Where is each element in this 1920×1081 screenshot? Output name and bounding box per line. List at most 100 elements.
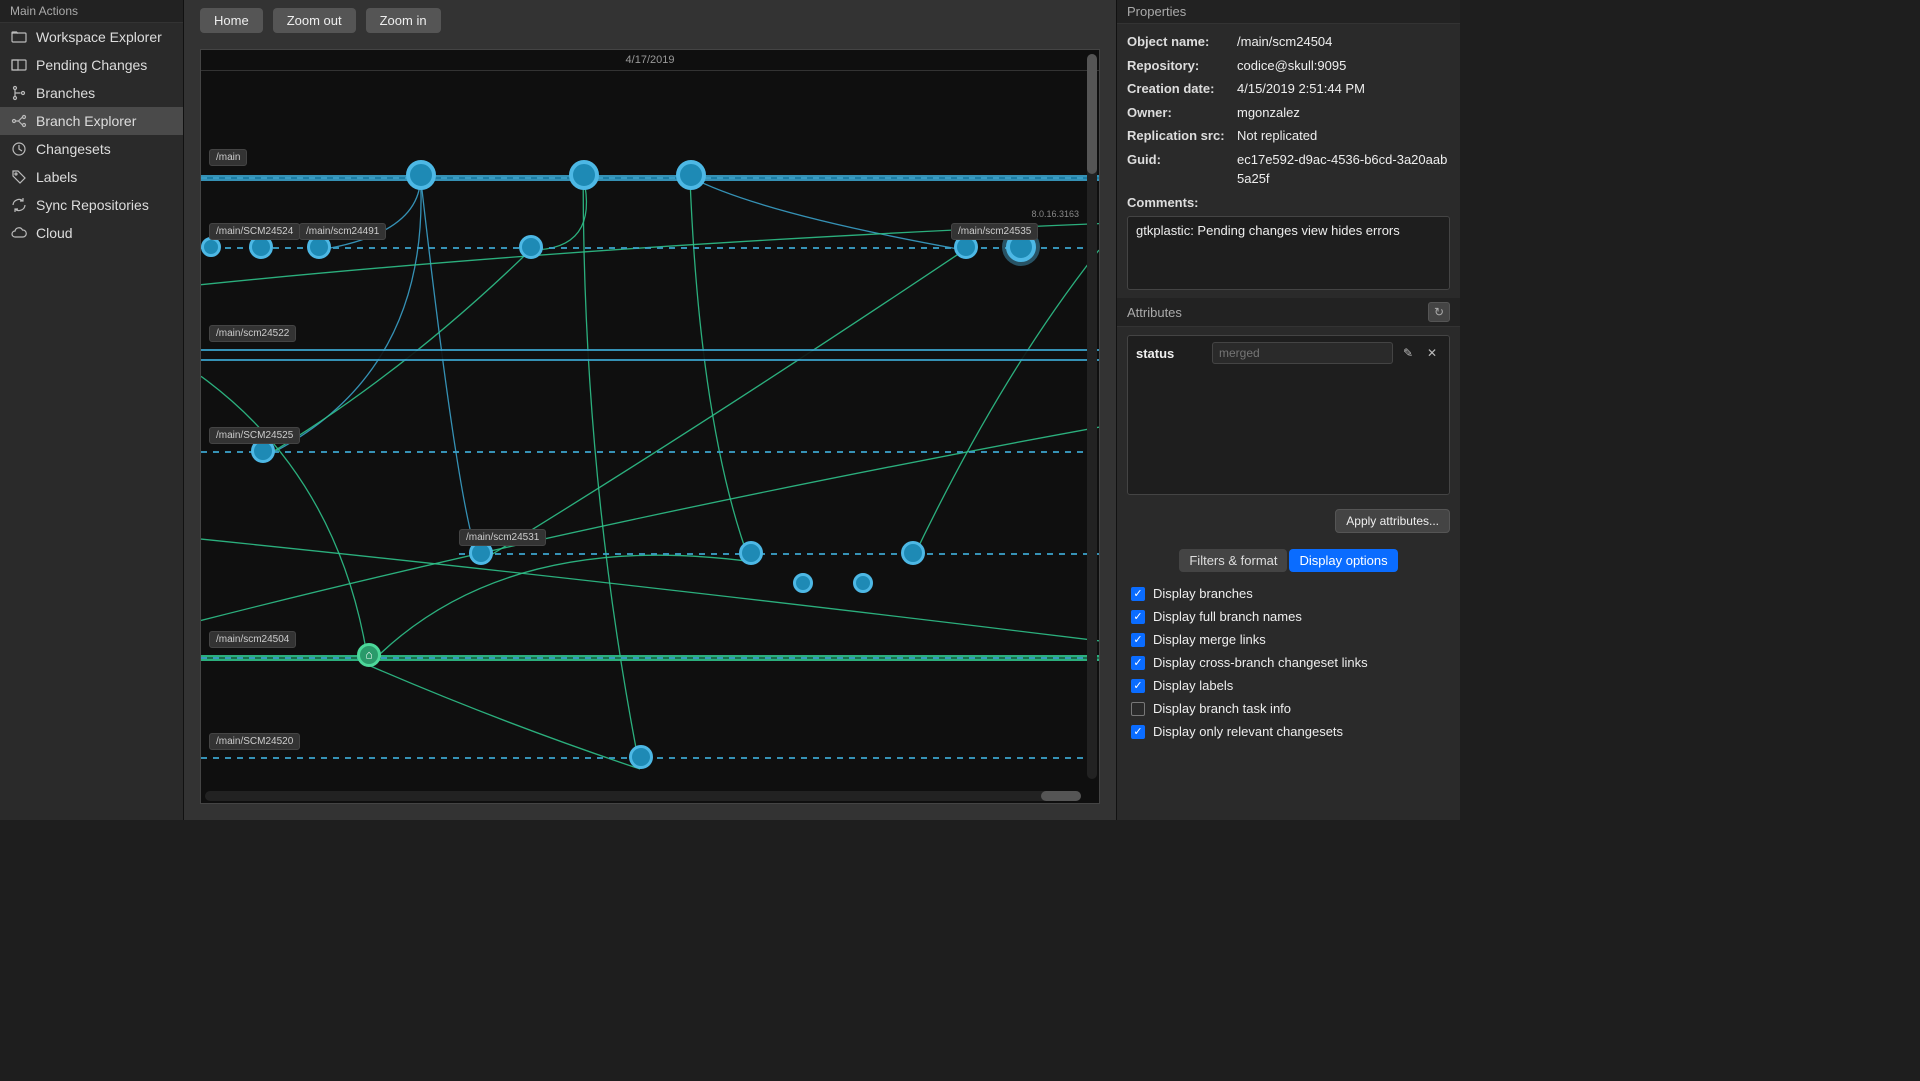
sidebar-item-changesets[interactable]: Changesets [0, 135, 183, 163]
sidebar-item-branch-explorer[interactable]: Branch Explorer [0, 107, 183, 135]
branch-label[interactable]: /main/scm24491 [299, 223, 386, 240]
attribute-name: status [1136, 346, 1206, 361]
sidebar-item-labels[interactable]: Labels [0, 163, 183, 191]
display-option-label: Display only relevant changesets [1153, 724, 1343, 739]
changeset-node[interactable] [629, 745, 653, 769]
sidebar-item-sync[interactable]: Sync Repositories [0, 191, 183, 219]
attribute-value-input[interactable] [1212, 342, 1393, 364]
branch-label[interactable]: /main/SCM24524 [209, 223, 300, 240]
apply-attributes-button[interactable]: Apply attributes... [1335, 509, 1450, 533]
canvas-date-header: 4/17/2019 [201, 50, 1099, 71]
changesets-icon [10, 140, 28, 158]
checkbox-icon[interactable]: ✓ [1131, 725, 1145, 739]
home-changeset-node[interactable] [357, 643, 381, 667]
attributes-header-label: Attributes [1127, 305, 1182, 320]
display-option[interactable]: ✓ Display cross-branch changeset links [1131, 651, 1446, 674]
changeset-node[interactable] [519, 235, 543, 259]
sidebar-item-pending[interactable]: Pending Changes [0, 51, 183, 79]
display-option[interactable]: ✓ Display merge links [1131, 628, 1446, 651]
prop-replication-value: Not replicated [1237, 126, 1450, 146]
horizontal-scrollbar[interactable] [205, 791, 1081, 801]
edit-icon[interactable]: ✎ [1399, 344, 1417, 362]
main-area: Home Zoom out Zoom in 4/17/2019 /main/ma… [184, 0, 1116, 820]
checkbox-icon[interactable]: ✓ [1131, 679, 1145, 693]
changeset-node[interactable] [793, 573, 813, 593]
zoom-out-button[interactable]: Zoom out [273, 8, 356, 33]
changeset-node[interactable] [853, 573, 873, 593]
prop-creation-label: Creation date: [1127, 79, 1237, 99]
right-panel: Properties Object name:/main/scm24504 Re… [1116, 0, 1460, 820]
prop-owner-label: Owner: [1127, 103, 1237, 123]
prop-comments-label: Comments: [1127, 193, 1237, 213]
display-option[interactable]: Display branch task info [1131, 697, 1446, 720]
properties-header: Properties [1117, 0, 1460, 24]
version-label: 8.0.16.3163 [1031, 209, 1079, 219]
tab-display-options[interactable]: Display options [1289, 549, 1397, 572]
prop-repository-value: codice@skull:9095 [1237, 56, 1450, 76]
display-options-list: ✓ Display branches ✓Display full branch na… [1117, 582, 1460, 743]
branch-label[interactable]: /main/SCM24520 [209, 733, 300, 750]
sidebar-item-label: Workspace Explorer [36, 29, 162, 45]
sidebar-item-label: Branches [36, 85, 95, 101]
attributes-header: Attributes ↻ [1117, 298, 1460, 327]
vertical-scrollbar[interactable] [1087, 54, 1097, 779]
pending-icon [10, 56, 28, 74]
sidebar-item-label: Pending Changes [36, 57, 147, 73]
display-option-label: Display branch task info [1153, 701, 1291, 716]
branch-explorer-canvas[interactable]: 4/17/2019 /main/main/SCM24524/main/scm24… [200, 49, 1100, 804]
prop-guid-value: ec17e592-d9ac-4536-b6cd-3a20aab5a25f [1237, 150, 1450, 189]
changeset-node[interactable] [901, 541, 925, 565]
attributes-list: status ✎ ✕ [1127, 335, 1450, 495]
checkbox-icon[interactable]: ✓ [1131, 610, 1145, 624]
prop-objectname-value: /main/scm24504 [1237, 32, 1450, 52]
branch-label[interactable]: /main [209, 149, 247, 166]
branch-label[interactable]: /main/scm24504 [209, 631, 296, 648]
sidebar-item-folder[interactable]: Workspace Explorer [0, 23, 183, 51]
changeset-node[interactable] [201, 237, 221, 257]
branch-label[interactable]: /main/scm24522 [209, 325, 296, 342]
changeset-node[interactable] [676, 160, 706, 190]
changeset-node[interactable] [406, 160, 436, 190]
display-option[interactable]: ✓ Display only relevant changesets [1131, 720, 1446, 743]
branches-icon [10, 84, 28, 102]
folder-icon [10, 28, 28, 46]
attribute-row-status: status ✎ ✕ [1136, 342, 1441, 364]
display-option-label: Display merge links [1153, 632, 1266, 647]
prop-repository-label: Repository: [1127, 56, 1237, 76]
branch-lane [459, 553, 1099, 555]
prop-owner-value: mgonzalez [1237, 103, 1450, 123]
sidebar-item-branches[interactable]: Branches [0, 79, 183, 107]
sidebar-item-label: Labels [36, 169, 77, 185]
checkbox-icon[interactable]: ✓ [1131, 656, 1145, 670]
prop-replication-label: Replication src: [1127, 126, 1237, 146]
changeset-node[interactable] [739, 541, 763, 565]
changeset-node[interactable] [569, 160, 599, 190]
prop-objectname-label: Object name: [1127, 32, 1237, 52]
home-button[interactable]: Home [200, 8, 263, 33]
checkbox-icon[interactable]: ✓ [1131, 587, 1145, 601]
sidebar: Main Actions Workspace Explorer Pending C… [0, 0, 184, 820]
branch-label[interactable]: /main/SCM24525 [209, 427, 300, 444]
refresh-icon[interactable]: ↻ [1428, 302, 1450, 322]
display-option[interactable]: ✓ Display branches [1131, 582, 1446, 605]
checkbox-icon[interactable] [1131, 702, 1145, 716]
checkbox-icon[interactable]: ✓ [1131, 633, 1145, 647]
sidebar-item-label: Cloud [36, 225, 73, 241]
branch-explorer-icon [10, 112, 28, 130]
sidebar-item-cloud[interactable]: Cloud [0, 219, 183, 247]
tab-filters-format[interactable]: Filters & format [1179, 549, 1287, 572]
display-option-label: Display cross-branch changeset links [1153, 655, 1368, 670]
zoom-in-button[interactable]: Zoom in [366, 8, 441, 33]
comments-box[interactable]: gtkplastic: Pending changes view hides e… [1127, 216, 1450, 290]
display-option[interactable]: ✓Display full branch names [1131, 605, 1446, 628]
sidebar-item-label: Changesets [36, 141, 111, 157]
close-icon[interactable]: ✕ [1423, 344, 1441, 362]
sync-icon [10, 196, 28, 214]
display-option[interactable]: ✓Display labels [1131, 674, 1446, 697]
branch-label[interactable]: /main/scm24531 [459, 529, 546, 546]
sidebar-header: Main Actions [0, 0, 183, 23]
branch-label[interactable]: /main/scm24535 [951, 223, 1038, 240]
branch-lane [201, 451, 1099, 453]
labels-icon [10, 168, 28, 186]
display-option-label: Display branches [1153, 586, 1253, 601]
